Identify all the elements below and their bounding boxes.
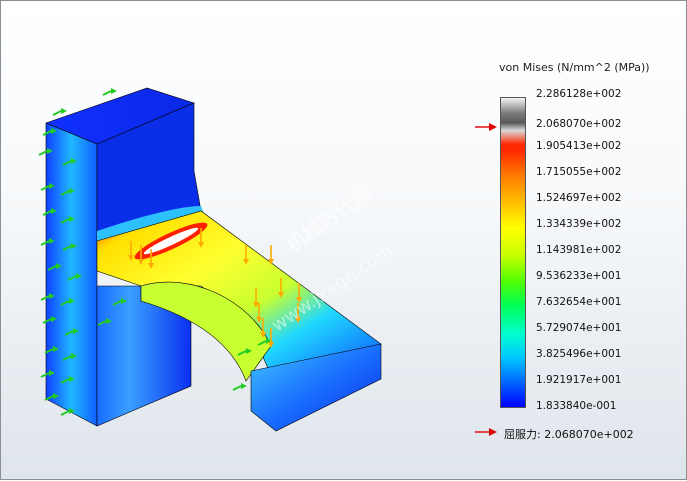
legend-tick-6: 1.143981e+002 (536, 244, 622, 256)
yield-strength-label: 屈服力: 2.068070e+002 (504, 426, 634, 442)
yield-label: 屈服力: (504, 428, 541, 441)
yield-marker-arrow-icon (475, 123, 497, 131)
fixture-arrow-icon (102, 88, 117, 96)
legend-tick-2: 1.905413e+002 (536, 140, 622, 152)
legend-tick-8: 7.632654e+001 (536, 296, 622, 308)
graphics-viewport[interactable]: 机械时代网 www.jxage.com von Mises (N/mm^2 (M… (0, 0, 687, 480)
yield-label-arrow-icon (475, 428, 497, 436)
legend-tick-1: 2.068070e+002 (536, 118, 622, 130)
legend-tick-10: 3.825496e+001 (536, 348, 622, 360)
fixture-arrow-icon (232, 383, 247, 391)
legend-title: von Mises (N/mm^2 (MPa)) (499, 61, 650, 74)
color-scale-bar (500, 97, 526, 408)
legend-tick-11: 1.921917e+001 (536, 374, 622, 386)
legend-tick-9: 5.729074e+001 (536, 322, 622, 334)
fixture-arrow-icon (52, 108, 67, 116)
legend-tick-4: 1.524697e+002 (536, 192, 622, 204)
legend-tick-5: 1.334339e+002 (536, 218, 622, 230)
legend-tick-0: 2.286128e+002 (536, 88, 622, 100)
legend-tick-7: 9.536233e+001 (536, 270, 622, 282)
legend-tick-12: 1.833840e-001 (536, 400, 617, 412)
legend-tick-3: 1.715055e+002 (536, 166, 622, 178)
yield-value: 2.068070e+002 (544, 428, 634, 441)
